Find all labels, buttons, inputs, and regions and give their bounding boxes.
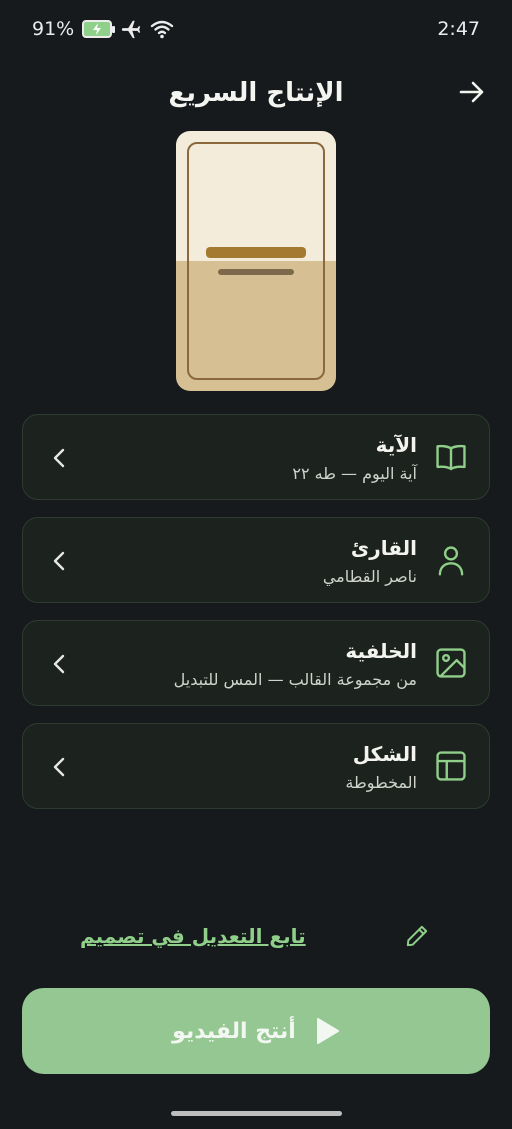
reciter-card-text: القارئ ناصر القطامي (93, 534, 417, 590)
reciter-card[interactable]: القارئ ناصر القطامي (22, 517, 490, 603)
play-icon (314, 1017, 340, 1045)
layout-card[interactable]: الشكل المخطوطة (22, 723, 490, 809)
header: الإنتاج السريع (0, 66, 512, 122)
layout-icon (433, 748, 469, 784)
verse-card-text: الآية آية اليوم — طه ٢٢ (93, 431, 417, 487)
background-card-title: الخلفية (345, 639, 417, 663)
arrow-right-icon (459, 81, 484, 103)
chevron-left-icon (49, 651, 69, 677)
status-left-group: 91% (32, 18, 174, 40)
image-icon (433, 645, 469, 681)
layout-card-subtitle: المخطوطة (345, 773, 417, 792)
chevron-left-icon (49, 445, 69, 471)
wifi-icon (150, 19, 174, 39)
background-card[interactable]: الخلفية من مجموعة القالب — المس للتبديل (22, 620, 490, 706)
continue-editing-link[interactable]: تابع التعديل في تصميم (80, 924, 306, 948)
person-icon (433, 542, 469, 578)
layout-card-text: الشكل المخطوطة (93, 740, 417, 796)
preview-title-placeholder (206, 247, 306, 258)
airplane-icon (120, 18, 142, 40)
chevron-left-icon (49, 548, 69, 574)
preview-frame (187, 142, 325, 380)
book-icon (433, 439, 469, 475)
verse-card-subtitle: آية اليوم — طه ٢٢ (292, 464, 417, 483)
layout-card-title: الشكل (352, 742, 417, 766)
background-card-subtitle: من مجموعة القالب — المس للتبديل (173, 670, 417, 689)
background-card-text: الخلفية من مجموعة القالب — المس للتبديل (93, 637, 417, 693)
page-title: الإنتاج السريع (168, 78, 344, 108)
reciter-card-title: القارئ (350, 536, 417, 560)
chevron-left-icon (49, 754, 69, 780)
video-preview-thumbnail (176, 131, 336, 391)
status-bar: 91% 2:47 (0, 0, 512, 58)
verse-card[interactable]: الآية آية اليوم — طه ٢٢ (22, 414, 490, 500)
edit-row: تابع التعديل في تصميم (80, 916, 432, 956)
battery-percentage: 91% (32, 18, 75, 40)
pencil-icon[interactable] (402, 921, 432, 951)
back-button[interactable] (456, 76, 488, 108)
produce-video-label: أنتج الفيديو (172, 1018, 296, 1044)
home-indicator[interactable] (171, 1111, 342, 1116)
clock: 2:47 (437, 18, 480, 40)
produce-video-button[interactable]: أنتج الفيديو (22, 988, 490, 1074)
preview-subtitle-placeholder (218, 269, 294, 275)
battery-charging-icon (82, 20, 116, 38)
reciter-card-subtitle: ناصر القطامي (322, 567, 417, 586)
verse-card-title: الآية (375, 433, 417, 457)
